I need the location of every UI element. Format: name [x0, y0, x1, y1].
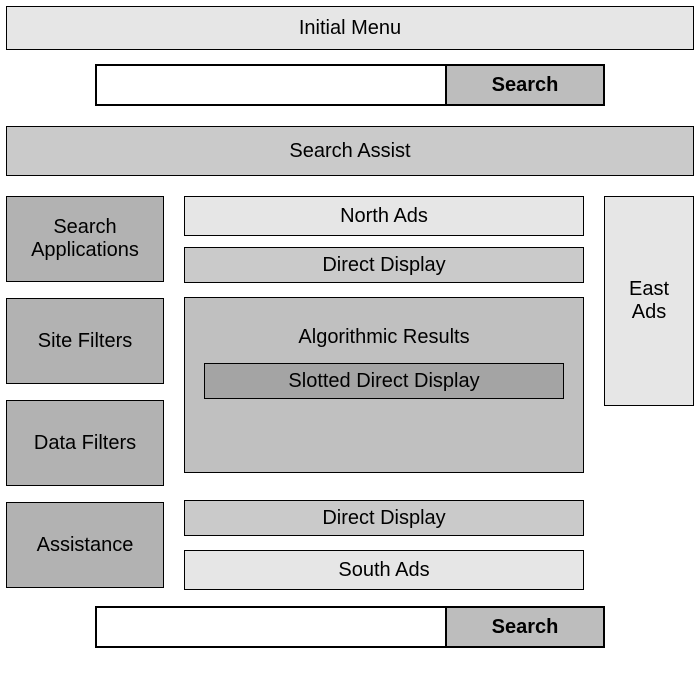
- search-applications-label: Search Applications: [31, 216, 139, 262]
- search-assist-bar[interactable]: Search Assist: [6, 126, 694, 176]
- data-filters-panel[interactable]: Data Filters: [6, 400, 164, 486]
- left-column: Search Applications Site Filters Data Fi…: [6, 196, 164, 590]
- site-filters-label: Site Filters: [38, 330, 132, 353]
- direct-display-top-label: Direct Display: [322, 254, 445, 277]
- north-ads-label: North Ads: [340, 205, 428, 228]
- direct-display-bottom-label: Direct Display: [322, 507, 445, 530]
- east-ads-label: East Ads: [629, 278, 669, 324]
- search-button-bottom[interactable]: Search: [445, 606, 605, 648]
- slotted-direct-display-label: Slotted Direct Display: [288, 370, 479, 393]
- initial-menu-label: Initial Menu: [299, 17, 401, 40]
- east-ads-region[interactable]: East Ads: [604, 196, 694, 406]
- south-ads-region[interactable]: South Ads: [184, 550, 584, 590]
- search-bar-top: Search: [6, 64, 694, 106]
- data-filters-label: Data Filters: [34, 432, 136, 455]
- search-bar-bottom: Search: [6, 606, 694, 648]
- assistance-label: Assistance: [37, 534, 134, 557]
- right-column: East Ads: [604, 196, 694, 590]
- assistance-panel[interactable]: Assistance: [6, 502, 164, 588]
- north-ads-region[interactable]: North Ads: [184, 196, 584, 236]
- center-column: North Ads Direct Display Algorithmic Res…: [184, 196, 584, 590]
- slotted-direct-display-region[interactable]: Slotted Direct Display: [204, 363, 564, 399]
- site-filters-panel[interactable]: Site Filters: [6, 298, 164, 384]
- direct-display-top-region[interactable]: Direct Display: [184, 247, 584, 283]
- main-grid: Search Applications Site Filters Data Fi…: [6, 196, 694, 590]
- south-ads-label: South Ads: [338, 559, 429, 582]
- search-button-top[interactable]: Search: [445, 64, 605, 106]
- initial-menu-bar[interactable]: Initial Menu: [6, 6, 694, 50]
- search-input-bottom[interactable]: [95, 606, 445, 648]
- algorithmic-results-label: Algorithmic Results: [298, 326, 469, 349]
- direct-display-bottom-region[interactable]: Direct Display: [184, 500, 584, 536]
- search-assist-label: Search Assist: [289, 140, 410, 163]
- search-applications-panel[interactable]: Search Applications: [6, 196, 164, 282]
- search-input-top[interactable]: [95, 64, 445, 106]
- algorithmic-results-region[interactable]: Algorithmic Results Slotted Direct Displ…: [184, 297, 584, 473]
